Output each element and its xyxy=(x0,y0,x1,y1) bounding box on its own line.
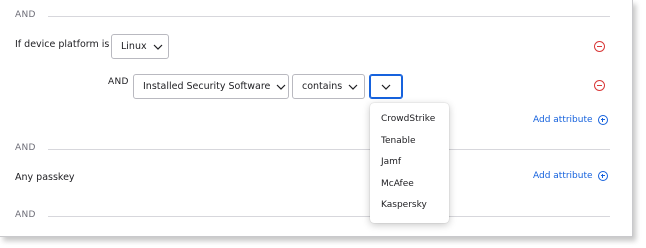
operator-select-value: contains xyxy=(302,81,343,92)
dropdown-option[interactable]: Kaspersky xyxy=(381,200,427,210)
chevron-down-icon xyxy=(276,84,286,90)
chevron-down-icon xyxy=(348,84,358,90)
dropdown-option[interactable]: Tenable xyxy=(381,136,415,146)
dropdown-option[interactable]: McAfee xyxy=(381,179,414,189)
add-attribute-button[interactable]: Add attribute xyxy=(533,171,608,181)
device-platform-label: If device platform is xyxy=(15,39,110,50)
nested-and-label: AND xyxy=(108,77,129,87)
add-attribute-label: Add attribute xyxy=(533,115,593,125)
remove-condition-icon[interactable] xyxy=(594,41,605,52)
separator-line xyxy=(48,16,610,17)
and-separator-label: AND xyxy=(15,10,36,20)
attribute-select[interactable]: Installed Security Software xyxy=(133,74,289,99)
separator-line xyxy=(48,216,610,217)
and-separator-label: AND xyxy=(15,143,36,153)
value-dropdown-menu: CrowdStrike Tenable Jamf McAfee Kaspersk… xyxy=(370,103,449,223)
platform-select[interactable]: Linux xyxy=(111,34,169,59)
remove-attribute-icon[interactable] xyxy=(594,80,605,91)
value-select[interactable] xyxy=(369,74,403,99)
operator-select[interactable]: contains xyxy=(292,74,365,99)
add-attribute-button[interactable]: Add attribute xyxy=(533,115,608,125)
chevron-down-icon xyxy=(153,44,163,50)
attribute-select-value: Installed Security Software xyxy=(143,81,271,92)
platform-select-value: Linux xyxy=(121,41,147,52)
plus-circle-icon xyxy=(597,115,608,125)
dropdown-option[interactable]: CrowdStrike xyxy=(381,114,435,124)
separator-line xyxy=(48,149,610,150)
chevron-down-icon xyxy=(381,84,391,90)
plus-circle-icon xyxy=(597,171,608,181)
add-attribute-label: Add attribute xyxy=(533,171,593,181)
dropdown-option[interactable]: Jamf xyxy=(381,157,401,167)
rule-panel: AND If device platform is Linux AND Inst… xyxy=(0,0,633,237)
and-separator-label: AND xyxy=(15,210,36,220)
any-passkey-label: Any passkey xyxy=(15,172,75,183)
